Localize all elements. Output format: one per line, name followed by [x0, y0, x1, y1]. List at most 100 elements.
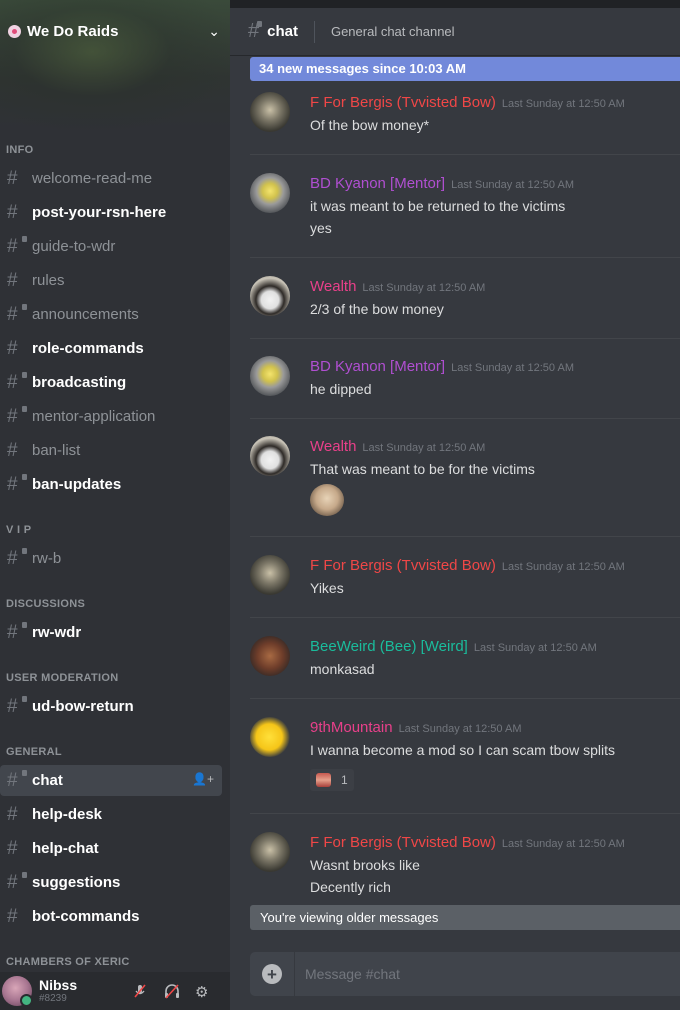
topic-divider [313, 20, 315, 43]
message-divider [250, 617, 680, 618]
user-info[interactable]: Nibss #8239 [39, 977, 77, 1005]
category-chambers-of-xeric[interactable]: CHAMBERS OF XERIC [6, 956, 130, 968]
message-divider [250, 257, 680, 258]
user-avatar[interactable] [250, 276, 290, 316]
channel-mentor-application[interactable]: # mentor-application [0, 401, 222, 432]
attach-plus-icon[interactable]: + [262, 964, 282, 984]
hash-icon: # [7, 906, 18, 927]
channel-help-desk[interactable]: # help-desk [0, 799, 222, 830]
message-author[interactable]: Wealth [310, 278, 356, 295]
locked-hash-icon: # [7, 548, 27, 568]
message-text: That was meant to be for the victims [310, 461, 535, 477]
reaction-count: 1 [341, 773, 348, 787]
server-flower-icon [8, 24, 21, 38]
message-timestamp: Last Sunday at 12:50 AM [501, 98, 625, 110]
avatar[interactable] [2, 976, 33, 1007]
message-author[interactable]: F For Bergis (Tvvisted Bow) [310, 557, 496, 574]
locked-hash-icon: # [7, 304, 27, 324]
hash-icon: # [7, 270, 18, 291]
message-timestamp: Last Sunday at 12:50 AM [398, 723, 522, 735]
locked-hash-icon: # [7, 872, 27, 892]
mute-microphone-icon[interactable] [132, 983, 148, 1003]
message-divider [250, 338, 680, 339]
channel-welcome-read-me[interactable]: # welcome-read-me [0, 163, 222, 194]
new-messages-bar[interactable]: 34 new messages since 10:03 AM [250, 57, 680, 81]
channel-ban-list[interactable]: # ban-list [0, 435, 222, 466]
channel-role-commands[interactable]: # role-commands [0, 333, 222, 364]
window-top-strip [230, 0, 680, 8]
deafen-headphones-icon[interactable] [163, 983, 181, 1003]
message-author[interactable]: F For Bergis (Tvvisted Bow) [310, 834, 496, 851]
category-general[interactable]: GENERAL [6, 746, 62, 758]
hash-icon: # [7, 168, 18, 189]
message-timestamp: Last Sunday at 12:50 AM [362, 442, 486, 454]
channel-announcements[interactable]: # announcements [0, 299, 222, 330]
message-author[interactable]: F For Bergis (Tvvisted Bow) [310, 94, 496, 111]
add-member-icon[interactable]: 👤+ [192, 772, 214, 786]
category-info[interactable]: INFO [6, 144, 33, 156]
channel-ud-bow-return[interactable]: # ud-bow-return [0, 691, 222, 722]
message-divider [250, 536, 680, 537]
channel-header: # chat General chat channel [230, 8, 680, 56]
user-avatar[interactable] [250, 92, 290, 132]
channel-chat[interactable]: # chat 👤+ [0, 765, 222, 796]
user-avatar[interactable] [250, 356, 290, 396]
category-discussions[interactable]: DISCUSSIONS [6, 598, 85, 610]
message-timestamp: Last Sunday at 12:50 AM [451, 179, 574, 191]
user-avatar[interactable] [250, 832, 290, 872]
user-panel: Nibss #8239 ⚙ [0, 972, 230, 1010]
hash-icon: # [7, 804, 18, 825]
user-avatar[interactable] [250, 717, 290, 757]
user-avatar[interactable] [250, 173, 290, 213]
category-vip[interactable]: V I P [6, 524, 31, 536]
channel-broadcasting[interactable]: # broadcasting [0, 367, 222, 398]
reaction-button[interactable]: 1 [310, 769, 354, 791]
message-text: 2/3 of the bow money [310, 301, 444, 317]
custom-emoji-face[interactable] [310, 484, 344, 516]
reaction-emoji-icon [316, 773, 331, 787]
message-text: I wanna become a mod so I can scam tbow … [310, 742, 616, 758]
hash-icon: # [7, 440, 18, 461]
user-avatar[interactable] [250, 436, 290, 476]
server-header[interactable]: We Do Raids ⌄ [0, 0, 230, 62]
locked-hash-icon: # [7, 770, 27, 790]
user-tag: #8239 [39, 993, 67, 1005]
message-author[interactable]: 9thMountain [310, 719, 393, 736]
message-text: he dipped [310, 381, 372, 397]
channel-help-chat[interactable]: # help-chat [0, 833, 222, 864]
message-author[interactable]: Wealth [310, 438, 356, 455]
locked-hash-icon: # [7, 372, 27, 392]
message-text: Of the bow money* [310, 117, 430, 133]
channel-post-your-rsn-here[interactable]: # post-your-rsn-here [0, 197, 222, 228]
message-composer: + [250, 952, 680, 996]
channel-bot-commands[interactable]: # bot-commands [0, 901, 222, 932]
user-avatar[interactable] [250, 636, 290, 676]
channel-rules[interactable]: # rules [0, 265, 222, 296]
locked-hash-icon: # [7, 696, 27, 716]
message-timestamp: Last Sunday at 12:50 AM [473, 642, 597, 654]
channel-ban-updates[interactable]: # ban-updates [0, 469, 222, 500]
chevron-down-icon[interactable]: ⌄ [208, 23, 220, 40]
settings-gear-icon[interactable]: ⚙ [195, 983, 208, 1001]
channel-sidebar: We Do Raids ⌄ INFO # welcome-read-me # pos… [0, 0, 230, 1010]
channel-topic[interactable]: General chat channel [331, 24, 455, 39]
hash-icon: # [7, 338, 18, 359]
message-text: Wasnt brooks like [310, 857, 420, 873]
message-author[interactable]: BeeWeird (Bee) [Weird] [310, 638, 468, 655]
channel-suggestions[interactable]: # suggestions [0, 867, 222, 898]
channel-rw-wdr[interactable]: # rw-wdr [0, 617, 222, 648]
channel-guide-to-wdr[interactable]: # guide-to-wdr [0, 231, 222, 262]
channel-rw-b[interactable]: # rw-b [0, 543, 222, 574]
message-divider [250, 698, 680, 699]
message-author[interactable]: BD Kyanon [Mentor] [310, 175, 445, 192]
locked-hash-icon: # [7, 406, 27, 426]
message-input[interactable] [295, 966, 680, 982]
user-avatar[interactable] [250, 555, 290, 595]
message-timestamp: Last Sunday at 12:50 AM [501, 561, 625, 573]
message-divider [250, 813, 680, 814]
message-author[interactable]: BD Kyanon [Mentor] [310, 358, 445, 375]
older-messages-bar[interactable]: You're viewing older messages [250, 905, 680, 930]
category-user-moderation[interactable]: USER MODERATION [6, 672, 118, 684]
locked-hash-icon: # [7, 622, 27, 642]
message-text: Decently rich [310, 879, 391, 895]
